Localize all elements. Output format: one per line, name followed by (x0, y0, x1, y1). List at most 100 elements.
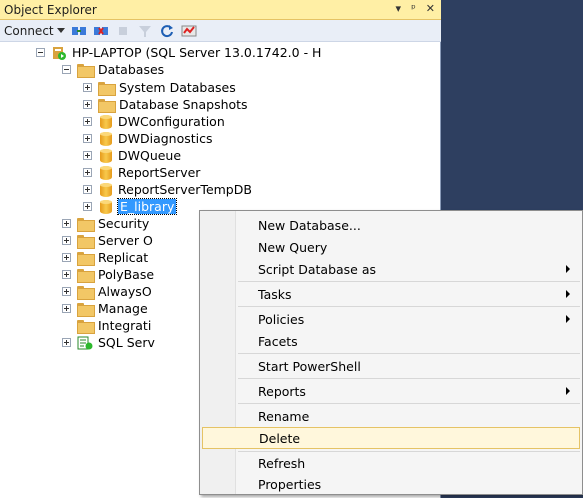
tree-node-databases[interactable]: Databases (62, 61, 164, 78)
tree-node-e-library[interactable]: E_library (83, 198, 178, 215)
menu-item-new-database[interactable]: New Database... (202, 214, 580, 236)
node-label: Replicat (98, 250, 149, 265)
tree-node-database-snapshots[interactable]: Database Snapshots (83, 96, 248, 113)
connect-button[interactable]: Connect (4, 24, 65, 38)
menu-item-tasks[interactable]: Tasks (202, 283, 580, 305)
tree-node-polybase[interactable]: PolyBase (62, 266, 154, 283)
close-icon[interactable]: ✕ (426, 2, 435, 15)
pin-icon[interactable]: ᵖ (411, 2, 416, 15)
menu-item-script-database-as[interactable]: Script Database as (202, 258, 580, 280)
chevron-down-icon (56, 27, 65, 33)
expand-icon[interactable] (83, 151, 92, 160)
node-label: System Databases (119, 80, 236, 95)
tree-node-system-databases[interactable]: System Databases (83, 79, 236, 96)
database-icon (100, 131, 112, 146)
menu-item-reports[interactable]: Reports (202, 380, 580, 402)
node-label: Security (98, 216, 150, 231)
expand-icon[interactable] (62, 236, 71, 245)
refresh-icon[interactable] (159, 23, 175, 39)
expand-icon[interactable] (83, 100, 92, 109)
submenu-arrow-icon (566, 290, 570, 298)
tree-node-reportservertempdb[interactable]: ReportServerTempDB (83, 181, 252, 198)
expand-icon[interactable] (62, 287, 71, 296)
menu-item-policies[interactable]: Policies (202, 308, 580, 330)
expand-icon[interactable] (62, 219, 71, 228)
filter-icon[interactable] (137, 23, 153, 39)
node-label: PolyBase (98, 267, 155, 282)
expand-icon[interactable] (62, 253, 71, 262)
tree-node-alwayson[interactable]: AlwaysO (62, 283, 152, 300)
folder-icon (77, 234, 95, 249)
tree-node-dwdiagnostics[interactable]: DWDiagnostics (83, 130, 213, 147)
menu-item-label: Script Database as (258, 261, 377, 277)
menu-item-label: Tasks (258, 286, 292, 302)
tree-node-reportserver[interactable]: ReportServer (83, 164, 200, 181)
folder-icon (77, 268, 95, 283)
context-menu: New Database... New Query Script Databas… (199, 210, 583, 495)
stop-icon[interactable] (115, 23, 131, 39)
menu-item-label: New Query (258, 239, 328, 255)
explorer-toolbar: Connect (0, 20, 441, 42)
menu-item-label: New Database... (258, 217, 361, 233)
menu-item-label: Properties (258, 476, 322, 492)
menu-item-refresh[interactable]: Refresh (202, 452, 580, 474)
menu-item-facets[interactable]: Facets (202, 330, 580, 352)
server-label: HP-LAPTOP (SQL Server 13.0.1742.0 - H (72, 45, 322, 60)
collapse-icon[interactable] (62, 65, 71, 74)
expand-icon[interactable] (83, 202, 92, 211)
node-label: SQL Serv (98, 335, 155, 350)
menu-item-label: Facets (258, 333, 298, 349)
menu-item-properties[interactable]: Properties (202, 473, 580, 495)
database-icon (100, 165, 112, 180)
menu-item-label: Refresh (258, 455, 306, 471)
database-icon (100, 182, 112, 197)
disconnect-icon[interactable] (93, 23, 109, 39)
tree-node-security[interactable]: Security (62, 215, 149, 232)
menu-item-rename[interactable]: Rename (202, 405, 580, 427)
node-label: ReportServerTempDB (118, 182, 252, 197)
activity-monitor-icon[interactable] (181, 23, 197, 39)
connect-label: Connect (4, 23, 54, 38)
menu-item-label: Start PowerShell (258, 358, 361, 374)
folder-icon (77, 302, 95, 317)
node-label: Integrati (98, 318, 152, 333)
folder-icon (77, 63, 95, 78)
menu-item-start-powershell[interactable]: Start PowerShell (202, 355, 580, 377)
menu-item-delete[interactable]: Delete (202, 427, 580, 449)
expand-icon[interactable] (62, 270, 71, 279)
connect-object-icon[interactable] (71, 23, 87, 39)
expand-icon[interactable] (62, 304, 71, 313)
expand-icon[interactable] (83, 185, 92, 194)
node-label: Database Snapshots (119, 97, 248, 112)
tree-node-server[interactable]: HP-LAPTOP (SQL Server 13.0.1742.0 - H (36, 44, 321, 61)
expand-icon[interactable] (83, 83, 92, 92)
folder-icon (77, 217, 95, 232)
folder-icon (98, 98, 116, 113)
expand-icon[interactable] (83, 134, 92, 143)
menu-item-label: Policies (258, 311, 305, 327)
menu-separator (238, 353, 580, 354)
tree-node-dwqueue[interactable]: DWQueue (83, 147, 181, 164)
expand-icon[interactable] (83, 117, 92, 126)
node-label: AlwaysO (98, 284, 152, 299)
tree-node-sql-server-agent[interactable]: SQL Serv (62, 334, 155, 351)
submenu-arrow-icon (566, 387, 570, 395)
tree-node-integration[interactable]: Integrati (77, 317, 151, 334)
tree-node-replication[interactable]: Replicat (62, 249, 148, 266)
expand-icon[interactable] (83, 168, 92, 177)
database-icon (100, 148, 112, 163)
dropdown-icon[interactable]: ▾ (396, 2, 402, 15)
menu-separator (238, 306, 580, 307)
node-label: DWDiagnostics (118, 131, 213, 146)
node-label: ReportServer (118, 165, 201, 180)
menu-item-new-query[interactable]: New Query (202, 236, 580, 258)
tree-node-dwconfiguration[interactable]: DWConfiguration (83, 113, 225, 130)
menu-separator (238, 378, 580, 379)
folder-icon (77, 251, 95, 266)
expand-icon[interactable] (62, 338, 71, 347)
menu-separator (238, 403, 580, 404)
collapse-icon[interactable] (36, 48, 45, 57)
tree-node-management[interactable]: Manage (62, 300, 148, 317)
tree-node-server-objects[interactable]: Server O (62, 232, 153, 249)
menu-item-label: Reports (258, 383, 306, 399)
